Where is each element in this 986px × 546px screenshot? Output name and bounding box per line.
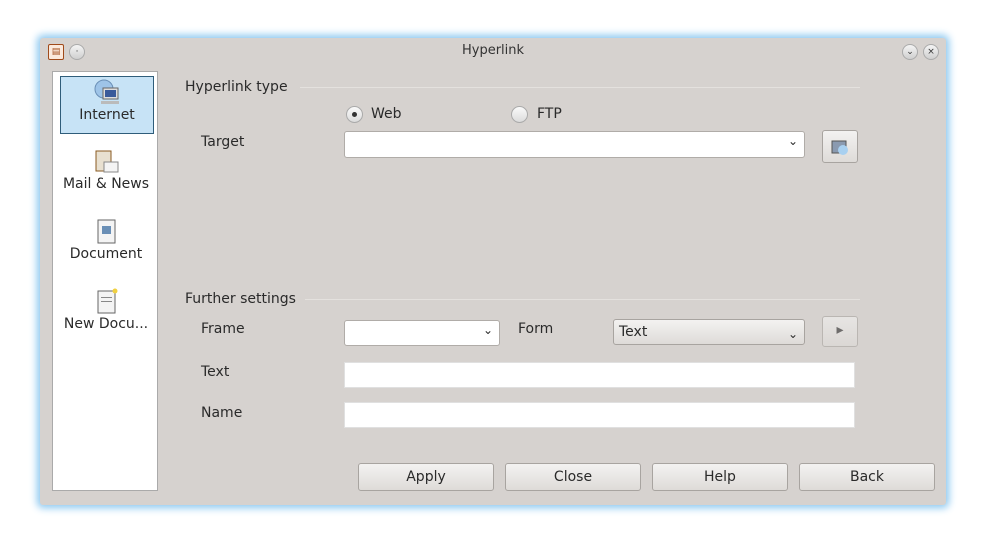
target-label: Target bbox=[201, 134, 245, 150]
chevron-down-icon: ⌄ bbox=[482, 323, 493, 337]
minimize-button[interactable]: ⌄ bbox=[902, 44, 918, 60]
text-label: Text bbox=[201, 364, 230, 380]
hyperlink-dialog: ▤ · Hyperlink ⌄ × Internet Mail & News D… bbox=[40, 38, 946, 505]
new-document-icon bbox=[97, 288, 118, 314]
window-title: Hyperlink bbox=[461, 43, 525, 58]
form-value: Text bbox=[619, 324, 648, 340]
divider bbox=[300, 87, 860, 88]
form-label: Form bbox=[518, 321, 554, 337]
folder-icon bbox=[831, 140, 848, 155]
sidebar-item-document[interactable]: Document bbox=[60, 216, 152, 272]
open-file-button[interactable] bbox=[822, 130, 858, 163]
close-button[interactable]: Close bbox=[505, 463, 641, 491]
back-button[interactable]: Back bbox=[799, 463, 935, 491]
hyperlink-type-heading: Hyperlink type bbox=[185, 79, 288, 95]
sidebar-item-label: Internet bbox=[79, 107, 135, 123]
web-radio[interactable] bbox=[346, 106, 363, 123]
globe-computer-icon bbox=[94, 79, 119, 104]
text-input[interactable] bbox=[344, 362, 855, 388]
frame-label: Frame bbox=[201, 321, 245, 337]
sidebar-item-mail-news[interactable]: Mail & News bbox=[60, 146, 152, 202]
target-combobox[interactable]: ⌄ bbox=[344, 131, 805, 158]
sidebar-item-new-document[interactable]: New Docu... bbox=[60, 286, 152, 342]
divider bbox=[305, 299, 860, 300]
name-label: Name bbox=[201, 405, 243, 421]
sidebar-item-label: Mail & News bbox=[62, 176, 150, 192]
events-button[interactable]: ▸ bbox=[822, 316, 858, 347]
apply-button[interactable]: Apply bbox=[358, 463, 494, 491]
clipboard-mail-icon bbox=[95, 150, 119, 173]
chevron-down-icon: ⌄ bbox=[787, 134, 798, 148]
frame-combobox[interactable]: ⌄ bbox=[344, 320, 500, 346]
sidebar-item-internet[interactable]: Internet bbox=[60, 76, 154, 134]
document-icon bbox=[97, 219, 116, 244]
sidebar-item-label: New Docu... bbox=[63, 316, 149, 332]
further-settings-heading: Further settings bbox=[185, 291, 296, 307]
chevron-down-icon: ⌄ bbox=[787, 327, 798, 341]
close-window-button[interactable]: × bbox=[923, 44, 939, 60]
form-select[interactable]: Text ⌄ bbox=[613, 319, 805, 345]
ftp-radio[interactable] bbox=[511, 106, 528, 123]
sidebar: Internet Mail & News Document New Docu..… bbox=[52, 71, 158, 491]
ftp-label: FTP bbox=[537, 106, 562, 122]
web-label: Web bbox=[371, 106, 402, 122]
sidebar-item-label: Document bbox=[69, 246, 143, 262]
help-button[interactable]: Help bbox=[652, 463, 788, 491]
name-input[interactable] bbox=[344, 402, 855, 428]
